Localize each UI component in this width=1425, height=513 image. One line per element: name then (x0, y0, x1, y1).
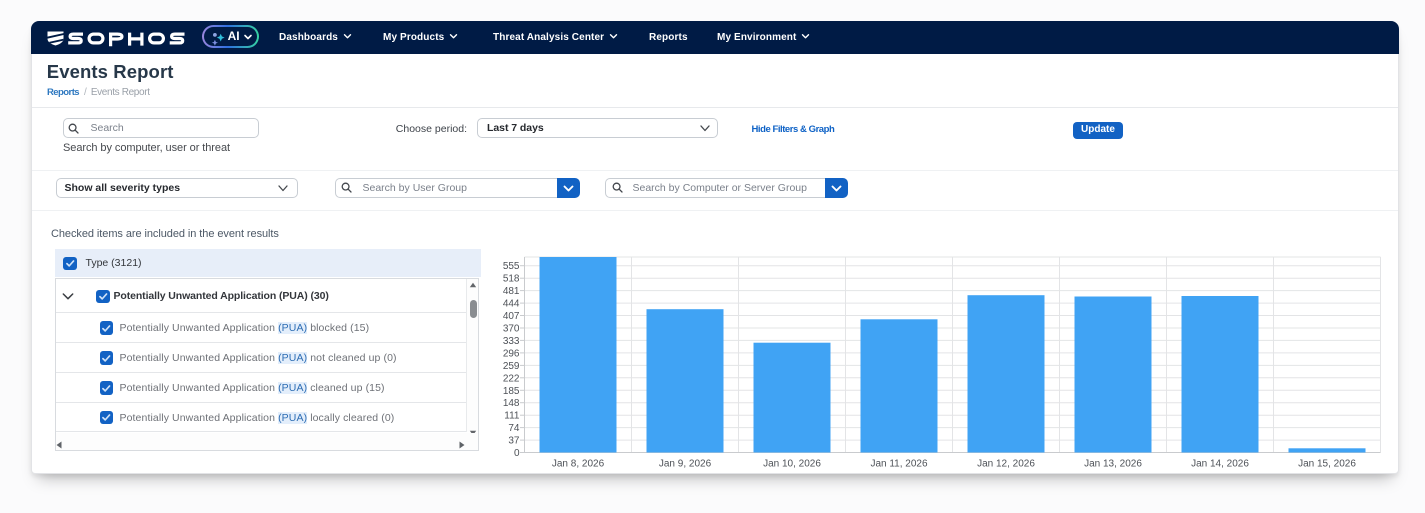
svg-text:370: 370 (503, 324, 520, 335)
svg-text:Jan 8, 2026: Jan 8, 2026 (552, 459, 605, 470)
svg-text:518: 518 (503, 274, 520, 285)
svg-text:333: 333 (503, 336, 520, 347)
svg-text:555: 555 (503, 261, 520, 272)
svg-text:74: 74 (508, 423, 520, 434)
svg-text:Jan 9, 2026: Jan 9, 2026 (659, 459, 712, 470)
svg-text:407: 407 (503, 311, 520, 322)
svg-text:Jan 10, 2026: Jan 10, 2026 (763, 459, 821, 470)
svg-text:148: 148 (503, 398, 520, 409)
svg-text:Jan 11, 2026: Jan 11, 2026 (870, 459, 928, 470)
svg-text:259: 259 (503, 361, 520, 372)
svg-text:481: 481 (503, 286, 520, 297)
svg-text:0: 0 (514, 448, 520, 459)
svg-text:Jan 12, 2026: Jan 12, 2026 (977, 459, 1035, 470)
svg-text:222: 222 (503, 373, 520, 384)
svg-text:Jan 14, 2026: Jan 14, 2026 (1191, 459, 1249, 470)
svg-text:111: 111 (504, 411, 520, 422)
svg-text:Jan 15, 2026: Jan 15, 2026 (1298, 459, 1356, 470)
svg-text:296: 296 (503, 348, 520, 359)
svg-text:37: 37 (508, 436, 520, 447)
svg-text:185: 185 (503, 386, 520, 397)
svg-text:444: 444 (503, 299, 520, 310)
svg-text:Jan 13, 2026: Jan 13, 2026 (1084, 459, 1142, 470)
